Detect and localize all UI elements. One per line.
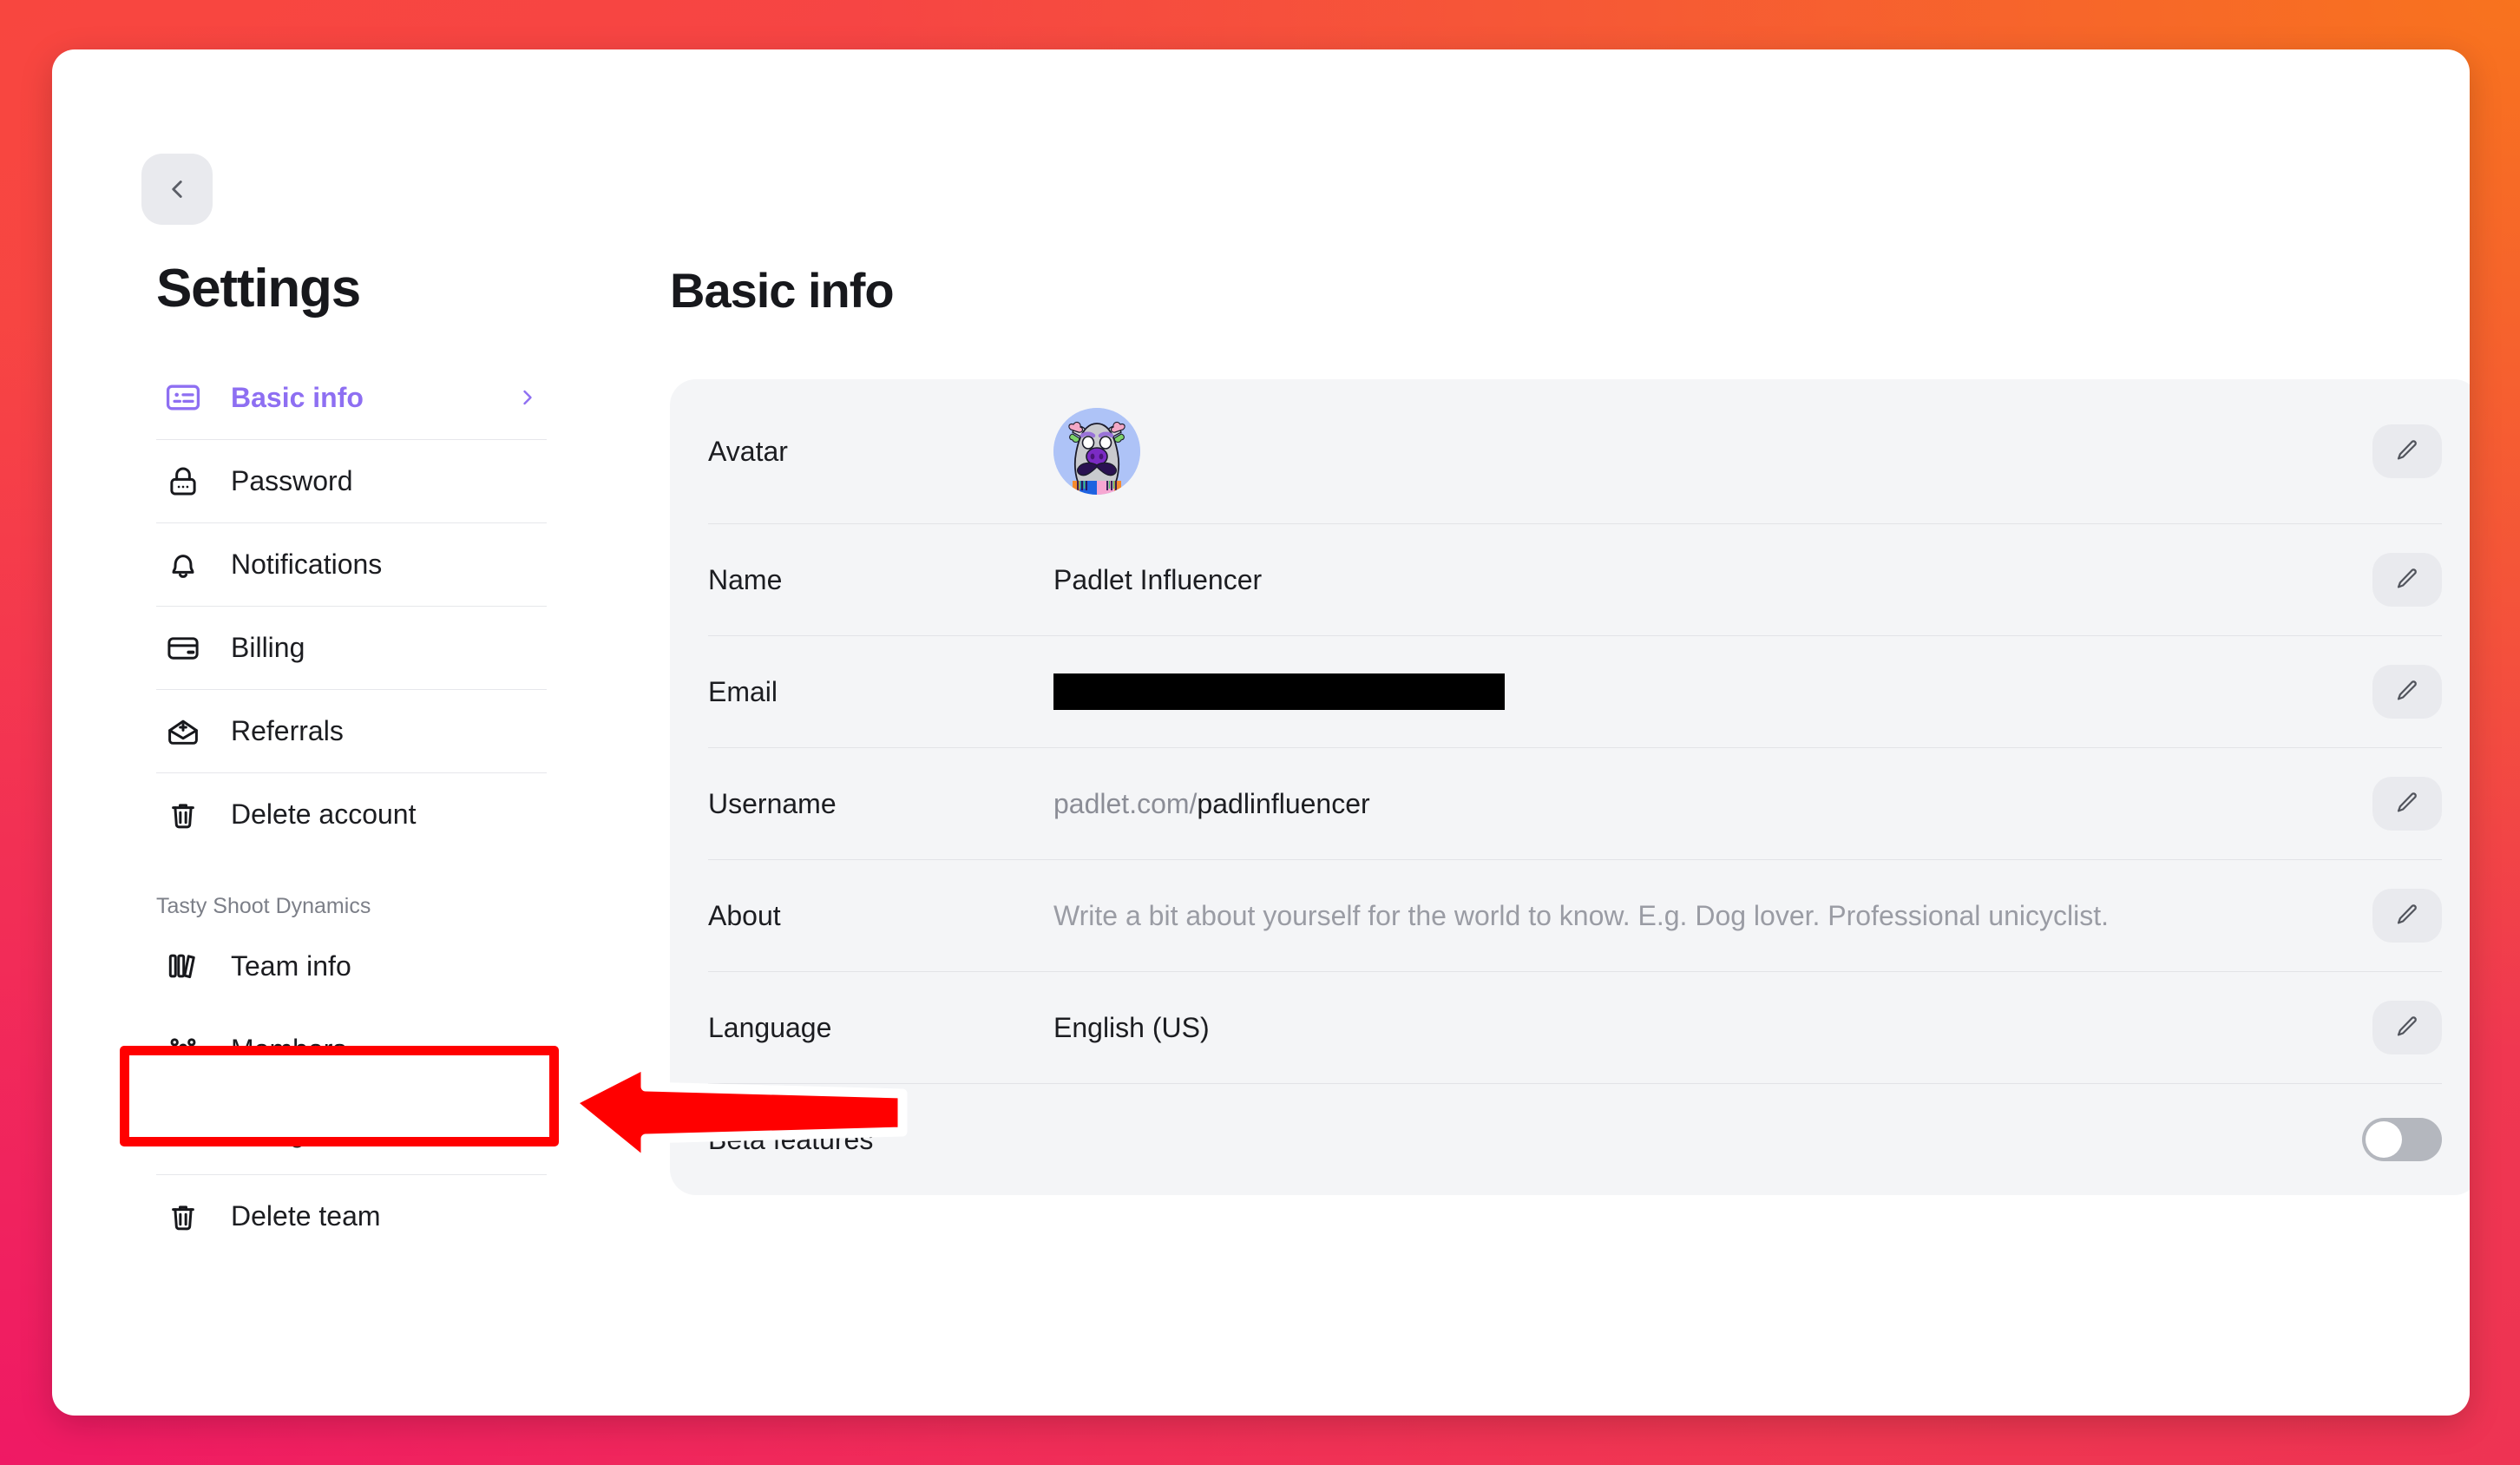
sidebar-item-members[interactable]: Members: [156, 1008, 547, 1091]
sidebar-item-label: Delete account: [231, 798, 417, 830]
table-row: Email: [708, 635, 2442, 747]
back-button[interactable]: [141, 154, 213, 225]
sidebar-item-password[interactable]: Password: [156, 439, 547, 522]
sidebar-item-team-info[interactable]: Team info: [156, 924, 547, 1008]
credit-card-icon: [163, 1113, 203, 1153]
edit-about-button[interactable]: [2372, 889, 2442, 943]
username-handle: padlinfluencer: [1197, 787, 1370, 819]
people-group-icon: [163, 1029, 203, 1069]
edit-pencil-icon: [2394, 678, 2420, 706]
chevron-left-icon: [162, 174, 192, 204]
chevron-right-icon: [515, 385, 540, 410]
lock-icon: [163, 462, 203, 502]
edit-language-button[interactable]: [2372, 1001, 2442, 1054]
toggle-knob: [2366, 1121, 2402, 1158]
sidebar-item-delete-team[interactable]: Delete team: [156, 1174, 547, 1258]
edit-pencil-icon: [2394, 437, 2420, 466]
edit-pencil-icon: [2394, 1014, 2420, 1042]
envelope-plus-icon: [163, 712, 203, 752]
id-card-icon: [163, 378, 203, 417]
sidebar-item-label: Password: [231, 465, 353, 496]
sidebar-item-label: Members: [231, 1033, 347, 1065]
avatar: [1053, 408, 1140, 495]
page-title: Settings: [156, 259, 361, 319]
books-icon: [163, 946, 203, 986]
sidebar-item-referrals[interactable]: Referrals: [156, 689, 547, 772]
edit-pencil-icon: [2394, 902, 2420, 930]
main-title: Basic info: [670, 263, 895, 318]
credit-card-icon: [163, 628, 203, 668]
table-row: About Write a bit about yourself for the…: [708, 859, 2442, 971]
row-value-name: Padlet Influencer: [1053, 563, 1263, 595]
row-label-language: Language: [708, 1011, 832, 1043]
edit-email-button[interactable]: [2372, 665, 2442, 719]
edit-pencil-icon: [2394, 790, 2420, 818]
sidebar-item-label: Referrals: [231, 715, 344, 746]
row-value-about: Write a bit about yourself for the world…: [1053, 899, 2109, 931]
app-window: Settings Basic info Password Notificatio…: [52, 49, 2470, 1416]
row-label-email: Email: [708, 675, 778, 707]
sidebar-account-group: Basic info Password Notifications Billin…: [156, 356, 547, 856]
bell-icon: [163, 545, 203, 585]
table-row: Avatar: [708, 379, 2442, 523]
table-row: Beta features: [708, 1083, 2442, 1195]
sidebar-item-basic-info[interactable]: Basic info: [156, 356, 547, 439]
username-prefix: padlet.com/: [1053, 787, 1198, 819]
edit-avatar-button[interactable]: [2372, 424, 2442, 478]
email-redaction-bar: [1053, 673, 1505, 710]
sidebar-team-group: Team info Members Billing Delete team: [156, 924, 547, 1258]
sidebar-item-label: Notifications: [231, 549, 383, 580]
beta-features-toggle[interactable]: [2362, 1118, 2442, 1161]
row-label-avatar: Avatar: [708, 435, 788, 467]
row-label-name: Name: [708, 563, 783, 595]
table-row: Name Padlet Influencer: [708, 523, 2442, 635]
row-value-language: English (US): [1053, 1011, 1210, 1043]
edit-pencil-icon: [2394, 566, 2420, 595]
edit-username-button[interactable]: [2372, 777, 2442, 831]
row-label-about: About: [708, 899, 781, 931]
row-label-beta-features: Beta features: [708, 1123, 874, 1155]
row-value-username: padlet.com/padlinfluencer: [1053, 788, 2372, 820]
sidebar-item-label: Billing: [231, 632, 305, 663]
sidebar-item-billing[interactable]: Billing: [156, 606, 547, 689]
row-value-email: [1053, 673, 2372, 710]
basic-info-card: Avatar Name Padlet Influencer Email User…: [670, 379, 2470, 1195]
trash-icon: [163, 1197, 203, 1237]
sidebar-team-group-title: Tasty Shoot Dynamics: [156, 894, 371, 918]
sidebar-item-delete-account[interactable]: Delete account: [156, 772, 547, 856]
sidebar-item-label: Team info: [231, 949, 351, 982]
table-row: Language English (US): [708, 971, 2442, 1083]
sidebar-item-label: Basic info: [231, 381, 364, 413]
table-row: Username padlet.com/padlinfluencer: [708, 747, 2442, 859]
sidebar-item-label: Delete team: [231, 1200, 381, 1232]
row-value-avatar: [1053, 408, 2372, 495]
edit-name-button[interactable]: [2372, 553, 2442, 607]
sidebar: Settings Basic info Password Notificatio…: [52, 258, 607, 1258]
sidebar-item-label: Billing: [231, 1116, 305, 1148]
sidebar-item-team-billing[interactable]: Billing: [156, 1091, 547, 1174]
main-content: Basic info Avatar Name Padlet Influencer…: [670, 262, 2470, 1195]
trash-icon: [163, 795, 203, 835]
row-label-username: Username: [708, 787, 837, 819]
sidebar-item-notifications[interactable]: Notifications: [156, 522, 547, 606]
